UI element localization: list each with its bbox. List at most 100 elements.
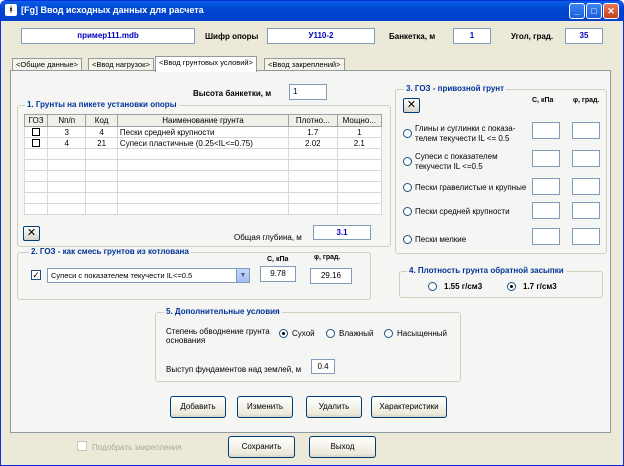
- imported-c-field-3[interactable]: [532, 178, 560, 195]
- row-code: 21: [85, 137, 118, 149]
- banquette-field[interactable]: 1: [453, 28, 491, 44]
- delete-row-button[interactable]: ✕: [23, 226, 40, 241]
- density-label-1: 1.55 г/см3: [444, 282, 483, 291]
- soil-type-value: Супеси с показателем текучести IL<=0.5: [51, 271, 193, 280]
- water-label: Степень обводнение грунта: [166, 327, 270, 336]
- row-code: 4: [85, 126, 118, 138]
- main-window: ᚼ [Fg] Ввод исходных данных для расчета …: [0, 0, 624, 466]
- water-label-moist: Влажный: [339, 329, 374, 338]
- support-code-label: Шифр опоры: [205, 32, 259, 41]
- row-num: 4: [47, 137, 87, 149]
- minimize-icon: _: [574, 6, 580, 16]
- table-row[interactable]: [23, 170, 383, 182]
- imported-soil-label-3: Пески гравелистые и крупные: [415, 183, 527, 192]
- row-goz-checkbox[interactable]: [23, 126, 49, 138]
- imported-soil-radio-2[interactable]: [403, 157, 412, 166]
- chevron-down-icon[interactable]: ▼: [236, 269, 249, 282]
- water-label-2: основания: [166, 336, 206, 345]
- density-radio-1[interactable]: [428, 282, 437, 291]
- pit-c-field[interactable]: 9.78: [260, 266, 296, 282]
- pick-anchors-checkbox[interactable]: [77, 441, 87, 451]
- imported-phi-field-2[interactable]: [572, 150, 600, 167]
- imported-phi-field-1[interactable]: [572, 122, 600, 139]
- banquette-height-label: Высота банкетки, м: [193, 89, 272, 98]
- imported-soil-radio-1[interactable]: [403, 129, 412, 138]
- imported-c-field-5[interactable]: [532, 228, 560, 245]
- row-density: 1.7: [288, 126, 338, 138]
- imported-soil-radio-5[interactable]: [403, 235, 412, 244]
- foundation-field[interactable]: 0.4: [311, 359, 335, 374]
- soils-table[interactable]: ГОЗ Nп/п Код Наименование грунта Плотно.…: [23, 114, 383, 215]
- imported-soil-radio-3[interactable]: [403, 183, 412, 192]
- close-icon: ✕: [26, 227, 37, 239]
- app-icon: ᚼ: [5, 4, 17, 16]
- table-row[interactable]: [23, 148, 383, 160]
- density-radio-2[interactable]: [507, 282, 516, 291]
- col-soil-name[interactable]: Наименование грунта: [116, 114, 290, 127]
- imported-phi-label: φ, град.: [573, 97, 600, 104]
- banquette-height-field[interactable]: 1: [289, 84, 327, 100]
- save-button[interactable]: Сохранить: [228, 436, 295, 458]
- row-num: 3: [47, 126, 87, 138]
- water-radio-dry[interactable]: [279, 329, 288, 338]
- row-thickness: 1: [336, 126, 383, 138]
- imported-c-field-4[interactable]: [532, 202, 560, 219]
- imported-soil-group-title: 3. ГОЗ - привозной грунт: [404, 84, 507, 93]
- support-code-field[interactable]: У110-2: [267, 28, 375, 44]
- pit-phi-field[interactable]: 29.16: [310, 268, 352, 284]
- table-row[interactable]: [23, 159, 383, 171]
- maximize-icon: □: [591, 6, 597, 16]
- properties-button[interactable]: Характеристики: [371, 396, 447, 418]
- water-label-dry: Сухой: [292, 329, 315, 338]
- table-row[interactable]: 4 21 Супеси пластичные (0.25<IL<=0.75) 2…: [23, 137, 383, 149]
- imported-phi-field-3[interactable]: [572, 178, 600, 195]
- pit-c-label: С, кПа: [267, 256, 289, 263]
- col-thickness[interactable]: Мощно...: [336, 114, 383, 127]
- delete-button[interactable]: Удалить: [306, 396, 362, 418]
- table-row[interactable]: [23, 203, 383, 215]
- col-code[interactable]: Код: [85, 114, 118, 127]
- row-thickness: 2.1: [336, 137, 383, 149]
- check-icon: ✓: [32, 270, 40, 280]
- close-button[interactable]: ✕: [603, 3, 619, 19]
- table-row[interactable]: [23, 181, 383, 193]
- pit-mix-group-title: 2. ГОЗ - как смесь грунтов из котлована: [29, 247, 191, 256]
- soil-type-select[interactable]: Супеси с показателем текучести IL<=0.5 ▼: [47, 268, 250, 283]
- tab-soil-conditions[interactable]: <Ввод грунтовых условий>: [155, 56, 257, 72]
- checkbox-icon: [32, 128, 41, 137]
- imported-c-label: С, кПа: [532, 97, 554, 104]
- pit-mix-checkbox[interactable]: ✓: [31, 270, 41, 280]
- file-name-field[interactable]: пример111.mdb: [21, 28, 195, 44]
- total-depth-label: Общая глубина, м: [234, 233, 302, 242]
- imported-soil-clear-button[interactable]: ✕: [403, 98, 420, 113]
- imported-phi-field-5[interactable]: [572, 228, 600, 245]
- add-button[interactable]: Добавить: [170, 396, 226, 418]
- imported-phi-field-4[interactable]: [572, 202, 600, 219]
- imported-c-field-1[interactable]: [532, 122, 560, 139]
- water-radio-moist[interactable]: [326, 329, 335, 338]
- soils-group-title: 1. Грунты на пикете установки опоры: [25, 100, 179, 109]
- exit-button[interactable]: Выход: [309, 436, 376, 458]
- total-depth-field[interactable]: 3.1: [313, 225, 371, 240]
- imported-soil-label-1: Глины и суглинки с показа- телем текучес…: [415, 124, 516, 143]
- col-goz[interactable]: ГОЗ: [23, 114, 49, 127]
- table-row[interactable]: [23, 192, 383, 204]
- banquette-label: Банкетка, м: [389, 32, 436, 41]
- close-icon: ✕: [406, 99, 417, 111]
- row-goz-checkbox[interactable]: [23, 137, 49, 149]
- maximize-button[interactable]: □: [586, 3, 602, 19]
- density-label-2: 1.7 г/см3: [523, 282, 557, 291]
- minimize-button[interactable]: _: [569, 3, 585, 19]
- col-density[interactable]: Плотно...: [288, 114, 338, 127]
- water-radio-saturated[interactable]: [384, 329, 393, 338]
- imported-soil-label-5: Пески мелкие: [415, 235, 467, 244]
- foundation-label: Выступ фундаментов над землей, м: [166, 365, 302, 374]
- title-bar[interactable]: ᚼ [Fg] Ввод исходных данных для расчета …: [1, 1, 623, 21]
- backfill-density-group-title: 4. Плотность грунта обратной засыпки: [407, 266, 566, 275]
- col-num[interactable]: Nп/п: [47, 114, 87, 127]
- table-row[interactable]: 3 4 Пески средней крупности 1.7 1: [23, 126, 383, 138]
- imported-soil-radio-4[interactable]: [403, 207, 412, 216]
- imported-c-field-2[interactable]: [532, 150, 560, 167]
- edit-button[interactable]: Изменить: [237, 396, 293, 418]
- angle-field[interactable]: 35: [565, 28, 603, 44]
